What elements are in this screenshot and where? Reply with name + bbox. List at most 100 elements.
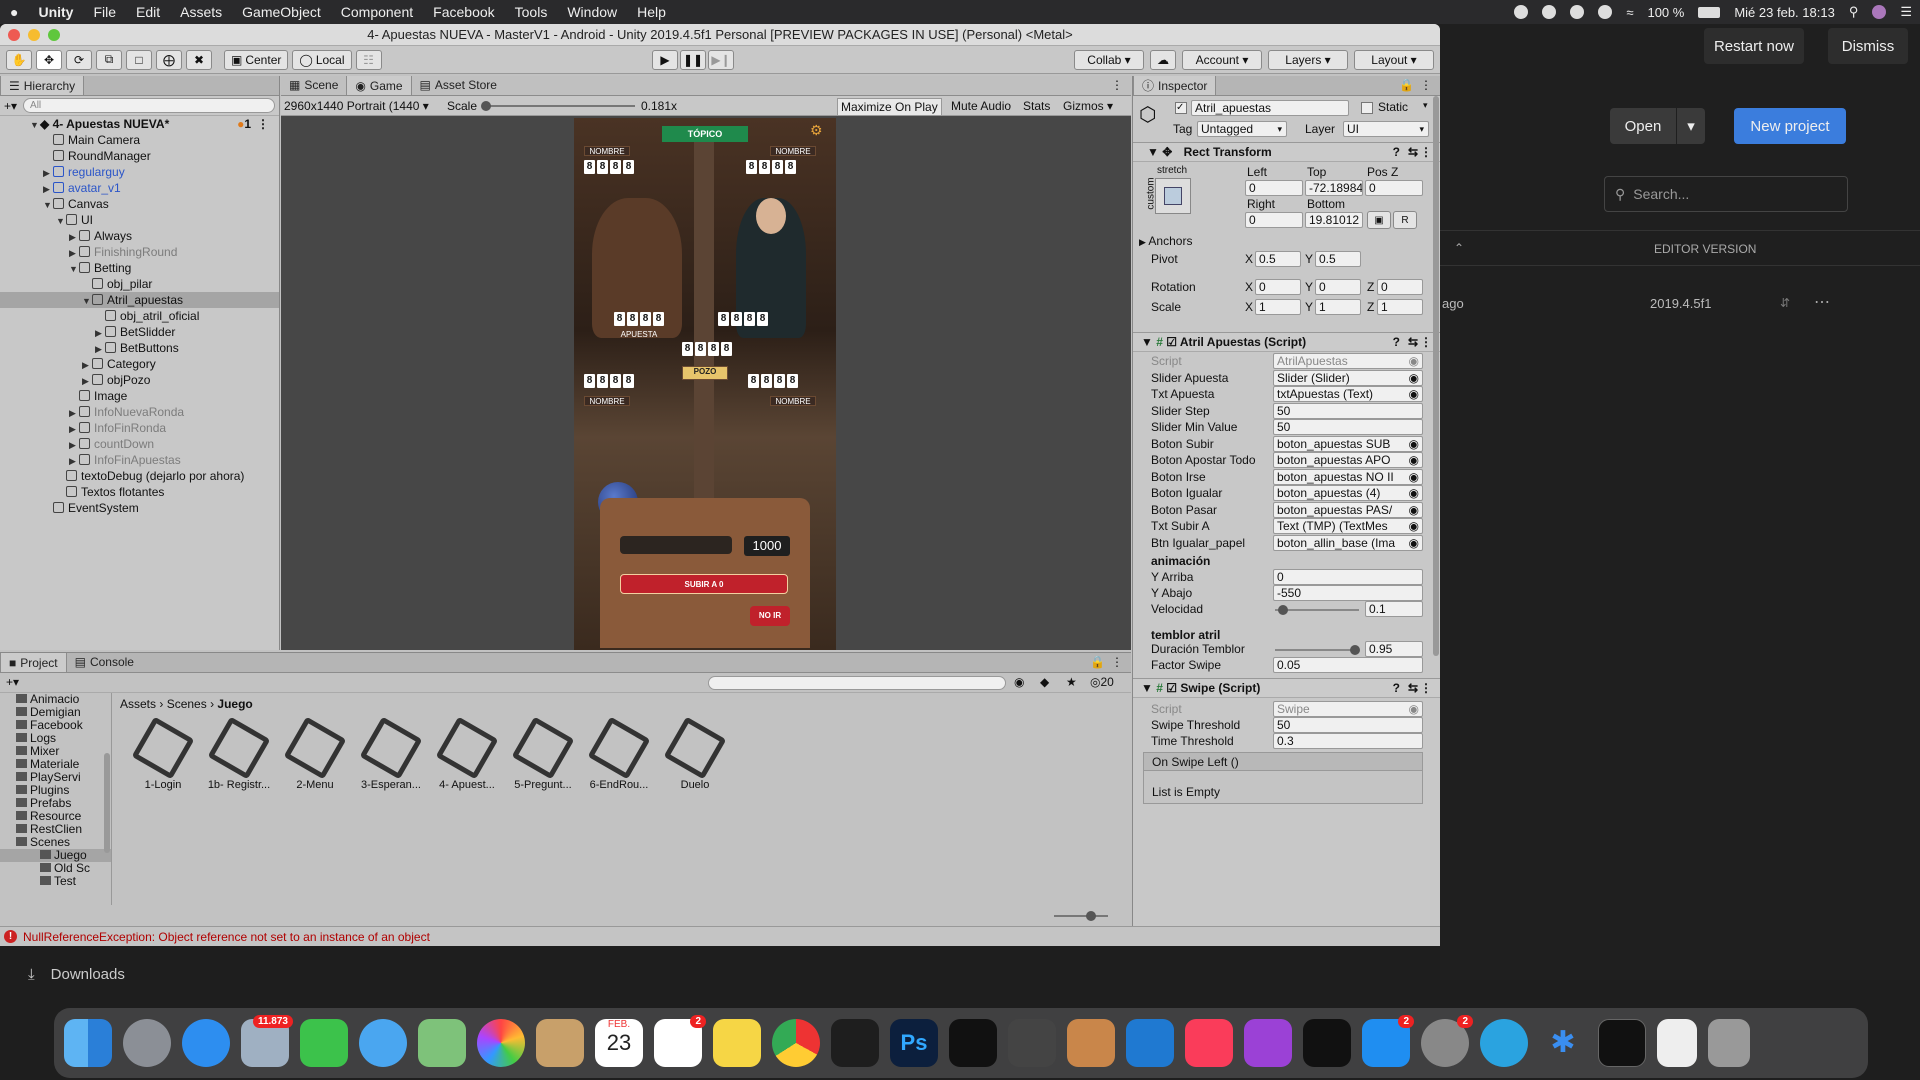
object-picker-icon[interactable]: ◉ (1409, 387, 1419, 401)
tab-game[interactable]: ◉ Game (346, 76, 412, 95)
bluetooth-icon[interactable]: ✱ (1539, 1019, 1587, 1067)
hub-search-input[interactable]: ⚲ Search... (1604, 176, 1848, 212)
expand-arrow-icon[interactable]: ▼ (43, 197, 53, 213)
static-checkbox[interactable] (1361, 102, 1373, 114)
expand-arrow-icon[interactable]: ▶ (69, 229, 79, 245)
safari-icon[interactable] (182, 1019, 230, 1067)
hierarchy-row[interactable]: ▼ Atril_apuestas (0, 292, 279, 308)
pivot-x-field[interactable]: 0.5 (1255, 251, 1301, 267)
apple-icon[interactable]: ● (0, 4, 28, 20)
expand-arrow-icon[interactable]: ▶ (82, 373, 92, 389)
expand-arrow-icon[interactable]: ▶ (69, 421, 79, 437)
play-button[interactable]: ▶ (652, 50, 678, 70)
scale-slider-thumb[interactable] (481, 101, 491, 111)
scene-menu-icon[interactable]: ⋮ (257, 116, 269, 132)
game-panel-menu-icon[interactable]: ⋮ (1111, 78, 1123, 92)
duracion-slider-thumb[interactable] (1349, 645, 1360, 655)
component-menu-icon[interactable]: ⋮ (1420, 143, 1432, 161)
vscode-icon[interactable] (1126, 1019, 1174, 1067)
atril-script-header[interactable]: ▼ # ☑ Atril Apuestas (Script) ? ⇆ ⋮ (1133, 332, 1440, 352)
tab-asset-store[interactable]: ▤ Asset Store (412, 76, 505, 95)
rot-x-field[interactable]: 0 (1255, 279, 1301, 295)
calendar-icon[interactable]: FEB. 23 (595, 1019, 643, 1067)
hierarchy-row[interactable]: textoDebug (dejarlo por ahora) (0, 468, 279, 484)
app-store-icon[interactable]: 2 (1362, 1015, 1414, 1067)
factor-swipe-field[interactable]: 0.05 (1273, 657, 1423, 673)
expand-arrow-icon[interactable]: ▶ (69, 245, 79, 261)
hierarchy-row[interactable]: ▶ avatar_v1 (0, 180, 279, 196)
scene-row[interactable]: ▼◆ 4- Apuestas NUEVA* ●1 ⋮ (0, 116, 279, 132)
menu-window[interactable]: Window (557, 4, 627, 20)
transform-tool-icon[interactable]: ⨁ (156, 49, 182, 70)
scene-asset[interactable]: 1-Login (128, 716, 198, 791)
sc-z-field[interactable]: 1 (1377, 299, 1423, 315)
breadcrumb-juego[interactable]: Juego (217, 697, 252, 711)
minimize-window-button[interactable] (28, 29, 40, 41)
expand-arrow-icon[interactable]: ▶ (69, 405, 79, 421)
messages-icon[interactable] (359, 1019, 407, 1067)
downloads-item[interactable]: ⤓ Downloads (0, 944, 240, 1004)
scene-asset[interactable]: 6-EndRou... (584, 716, 654, 791)
layout-dropdown[interactable]: Layout ▾ (1354, 50, 1434, 70)
hierarchy-row[interactable]: ▼ Canvas (0, 196, 279, 212)
help-icon[interactable]: ? (1393, 143, 1400, 161)
inspector-menu-icon[interactable]: ⋮ (1420, 78, 1432, 92)
property-value-field[interactable]: boton_apuestas SUB ◉ (1273, 435, 1423, 452)
duracion-slider[interactable] (1275, 645, 1360, 655)
unity-hub-icon[interactable] (1008, 1019, 1056, 1067)
static-dropdown-icon[interactable]: ▾ (1423, 100, 1428, 111)
col-editor-version[interactable]: EDITOR VERSION (1654, 242, 1756, 256)
swipe-script-header[interactable]: ▼ # ☑ Swipe (Script) ? ⇆ ⋮ (1133, 678, 1440, 698)
y-abajo-field[interactable]: -550 (1273, 585, 1423, 601)
foldout-icon[interactable]: ▼ (1141, 335, 1156, 349)
collab-dropdown[interactable]: Collab ▾ (1074, 50, 1144, 70)
restart-now-button[interactable]: Restart now (1704, 28, 1804, 64)
menu-component[interactable]: Component (331, 4, 423, 20)
swipe-threshold-field[interactable]: 50 (1273, 717, 1423, 733)
apple-tv-icon[interactable] (1303, 1019, 1351, 1067)
anchors-foldout[interactable]: ▶ Anchors (1139, 234, 1192, 248)
right-field[interactable]: 0 (1245, 212, 1303, 228)
menu-edit[interactable]: Edit (126, 4, 170, 20)
inspector-scrollbar[interactable] (1433, 96, 1439, 656)
reminders-icon[interactable]: 2 (654, 1015, 706, 1067)
hierarchy-row[interactable]: Textos flotantes (0, 484, 279, 500)
blueprint-mode-icon[interactable]: ▣ (1367, 211, 1391, 229)
wifi-icon[interactable]: ≈ (1626, 5, 1633, 20)
hierarchy-row[interactable]: ▶ Always (0, 228, 279, 244)
contacts-icon[interactable] (536, 1019, 584, 1067)
layers-dropdown[interactable]: Layers ▾ (1268, 50, 1348, 70)
cloud-icon[interactable]: ☁ (1150, 50, 1176, 70)
status-icon-1[interactable] (1514, 5, 1529, 19)
finder-icon[interactable] (64, 1019, 112, 1067)
expand-arrow-icon[interactable]: ▶ (95, 325, 105, 341)
zoom-window-button[interactable] (48, 29, 60, 41)
custom-tool-icon[interactable]: ✖ (186, 49, 212, 70)
tab-hierarchy[interactable]: ☰ Hierarchy (0, 76, 85, 95)
property-value-field[interactable]: Slider (Slider) ◉ (1273, 369, 1423, 386)
hierarchy-row[interactable]: EventSystem (0, 500, 279, 516)
menu-file[interactable]: File (83, 4, 126, 20)
expand-arrow-icon[interactable]: ▶ (69, 437, 79, 453)
subir-button[interactable]: SUBIR A 0 (620, 574, 788, 594)
new-project-button[interactable]: New project (1734, 108, 1846, 144)
podcasts-icon[interactable] (1244, 1019, 1292, 1067)
music-icon[interactable] (1185, 1019, 1233, 1067)
sort-up-icon[interactable]: ⌃ (1454, 241, 1464, 255)
hidden-packages-icon[interactable]: ◎20 (1090, 675, 1114, 689)
expand-arrow-icon[interactable]: ▶ (82, 357, 92, 373)
rotate-tool-icon[interactable]: ⟳ (66, 49, 92, 70)
gizmos-toggle[interactable]: Gizmos ▾ (1063, 99, 1113, 113)
datetime[interactable]: Mié 23 feb. 18:13 (1734, 5, 1834, 20)
duracion-field[interactable]: 0.95 (1365, 641, 1423, 657)
scene-asset[interactable]: 3-Esperan... (356, 716, 426, 791)
icon-size-slider[interactable] (1054, 911, 1108, 921)
hierarchy-row[interactable]: ▶ countDown (0, 436, 279, 452)
hierarchy-row[interactable]: ▶ InfoFinApuestas (0, 452, 279, 468)
create-add-icon[interactable]: +▾ (4, 99, 17, 113)
scene-asset[interactable]: Duelo (660, 716, 730, 791)
siri-icon[interactable] (1872, 5, 1887, 19)
menu-tools[interactable]: Tools (505, 4, 558, 20)
foldout-icon[interactable]: ▼ (1141, 681, 1156, 695)
y-arriba-field[interactable]: 0 (1273, 569, 1423, 585)
